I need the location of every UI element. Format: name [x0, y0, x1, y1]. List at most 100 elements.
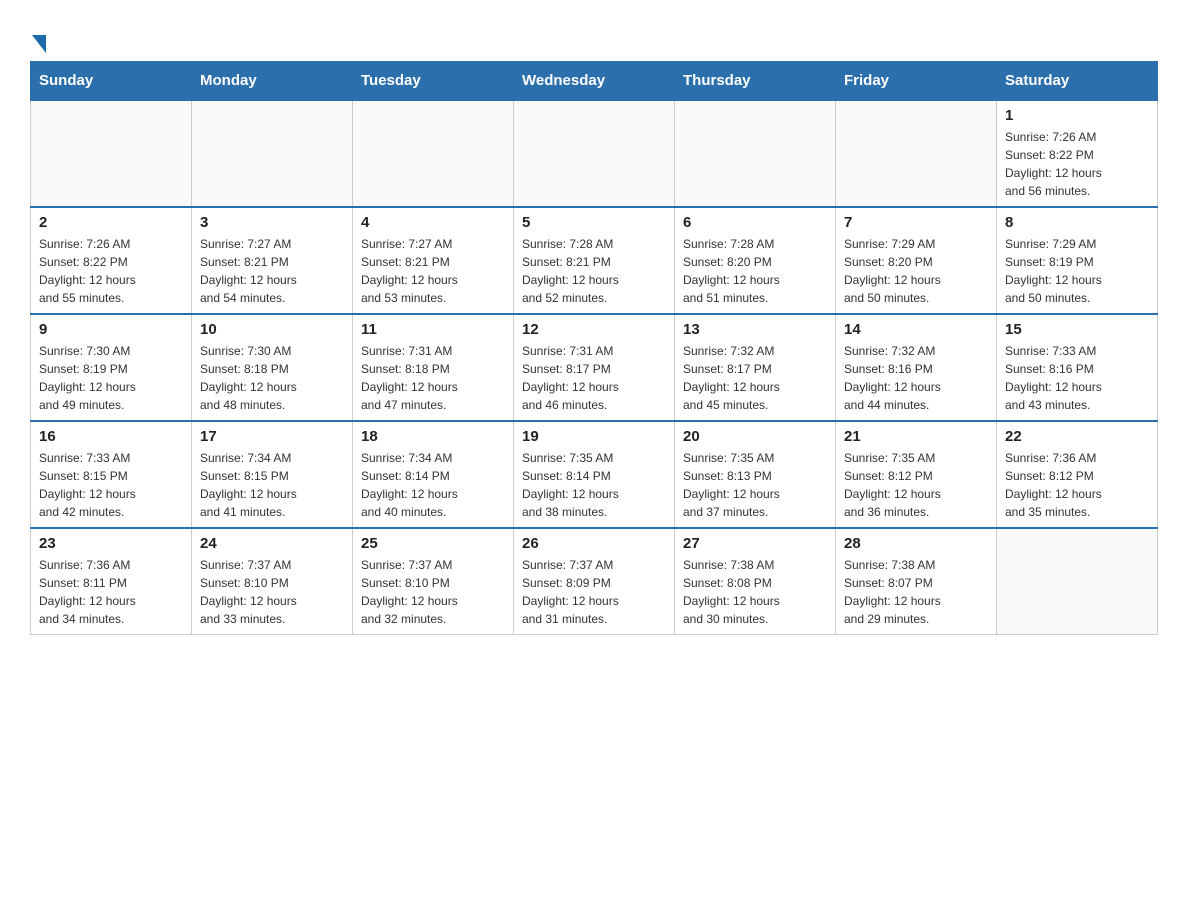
calendar-header-saturday: Saturday [997, 62, 1158, 101]
calendar-cell: 23 Sunrise: 7:36 AM Sunset: 8:11 PM Dayli… [31, 528, 192, 635]
day-info: Sunrise: 7:37 AM Sunset: 8:09 PM Dayligh… [522, 556, 666, 628]
day-info: Sunrise: 7:34 AM Sunset: 8:15 PM Dayligh… [200, 449, 344, 521]
calendar-cell: 13 Sunrise: 7:32 AM Sunset: 8:17 PM Dayli… [675, 314, 836, 421]
day-info: Sunrise: 7:36 AM Sunset: 8:12 PM Dayligh… [1005, 449, 1149, 521]
calendar-cell [836, 100, 997, 207]
day-info: Sunrise: 7:36 AM Sunset: 8:11 PM Dayligh… [39, 556, 183, 628]
day-info: Sunrise: 7:38 AM Sunset: 8:07 PM Dayligh… [844, 556, 988, 628]
day-number: 9 [39, 321, 183, 338]
calendar-cell: 20 Sunrise: 7:35 AM Sunset: 8:13 PM Dayli… [675, 421, 836, 528]
calendar-cell: 4Sunrise: 7:27 AM Sunset: 8:21 PM Daylig… [353, 207, 514, 314]
calendar-cell: 18 Sunrise: 7:34 AM Sunset: 8:14 PM Dayli… [353, 421, 514, 528]
logo-arrow-icon [32, 35, 46, 53]
calendar-header-monday: Monday [192, 62, 353, 101]
day-number: 8 [1005, 214, 1149, 231]
calendar-week-row: 9 Sunrise: 7:30 AM Sunset: 8:19 PM Daylig… [31, 314, 1158, 421]
calendar-cell [514, 100, 675, 207]
day-number: 17 [200, 428, 344, 445]
calendar-cell: 21 Sunrise: 7:35 AM Sunset: 8:12 PM Dayli… [836, 421, 997, 528]
day-number: 14 [844, 321, 988, 338]
calendar-cell: 9 Sunrise: 7:30 AM Sunset: 8:19 PM Daylig… [31, 314, 192, 421]
calendar-cell: 11Sunrise: 7:31 AM Sunset: 8:18 PM Dayli… [353, 314, 514, 421]
calendar-cell [353, 100, 514, 207]
calendar-cell [997, 528, 1158, 635]
day-number: 20 [683, 428, 827, 445]
calendar-cell: 12 Sunrise: 7:31 AM Sunset: 8:17 PM Dayli… [514, 314, 675, 421]
calendar-cell: 14 Sunrise: 7:32 AM Sunset: 8:16 PM Dayli… [836, 314, 997, 421]
day-info: Sunrise: 7:33 AM Sunset: 8:15 PM Dayligh… [39, 449, 183, 521]
day-number: 23 [39, 535, 183, 552]
calendar-cell [675, 100, 836, 207]
calendar-cell: 15Sunrise: 7:33 AM Sunset: 8:16 PM Dayli… [997, 314, 1158, 421]
day-number: 12 [522, 321, 666, 338]
day-info: Sunrise: 7:31 AM Sunset: 8:17 PM Dayligh… [522, 342, 666, 414]
calendar-cell: 22 Sunrise: 7:36 AM Sunset: 8:12 PM Dayli… [997, 421, 1158, 528]
day-number: 11 [361, 321, 505, 338]
calendar-cell: 8 Sunrise: 7:29 AM Sunset: 8:19 PM Daylig… [997, 207, 1158, 314]
calendar-week-row: 1 Sunrise: 7:26 AM Sunset: 8:22 PM Daylig… [31, 100, 1158, 207]
calendar-cell: 26 Sunrise: 7:37 AM Sunset: 8:09 PM Dayli… [514, 528, 675, 635]
calendar-week-row: 2 Sunrise: 7:26 AM Sunset: 8:22 PM Daylig… [31, 207, 1158, 314]
day-info: Sunrise: 7:30 AM Sunset: 8:19 PM Dayligh… [39, 342, 183, 414]
day-info: Sunrise: 7:35 AM Sunset: 8:14 PM Dayligh… [522, 449, 666, 521]
calendar-header-wednesday: Wednesday [514, 62, 675, 101]
day-info: Sunrise: 7:27 AM Sunset: 8:21 PM Dayligh… [361, 235, 505, 307]
day-info: Sunrise: 7:35 AM Sunset: 8:13 PM Dayligh… [683, 449, 827, 521]
day-number: 5 [522, 214, 666, 231]
day-info: Sunrise: 7:30 AM Sunset: 8:18 PM Dayligh… [200, 342, 344, 414]
day-info: Sunrise: 7:37 AM Sunset: 8:10 PM Dayligh… [361, 556, 505, 628]
calendar-cell: 28 Sunrise: 7:38 AM Sunset: 8:07 PM Dayli… [836, 528, 997, 635]
day-number: 24 [200, 535, 344, 552]
calendar-cell: 7 Sunrise: 7:29 AM Sunset: 8:20 PM Daylig… [836, 207, 997, 314]
day-number: 19 [522, 428, 666, 445]
day-info: Sunrise: 7:28 AM Sunset: 8:21 PM Dayligh… [522, 235, 666, 307]
day-number: 3 [200, 214, 344, 231]
day-number: 22 [1005, 428, 1149, 445]
day-number: 7 [844, 214, 988, 231]
day-info: Sunrise: 7:34 AM Sunset: 8:14 PM Dayligh… [361, 449, 505, 521]
calendar-cell: 5 Sunrise: 7:28 AM Sunset: 8:21 PM Daylig… [514, 207, 675, 314]
day-info: Sunrise: 7:26 AM Sunset: 8:22 PM Dayligh… [39, 235, 183, 307]
day-number: 21 [844, 428, 988, 445]
calendar-cell: 27 Sunrise: 7:38 AM Sunset: 8:08 PM Dayli… [675, 528, 836, 635]
calendar-header-thursday: Thursday [675, 62, 836, 101]
day-info: Sunrise: 7:38 AM Sunset: 8:08 PM Dayligh… [683, 556, 827, 628]
day-info: Sunrise: 7:27 AM Sunset: 8:21 PM Dayligh… [200, 235, 344, 307]
calendar-cell: 16 Sunrise: 7:33 AM Sunset: 8:15 PM Dayli… [31, 421, 192, 528]
calendar-cell: 17 Sunrise: 7:34 AM Sunset: 8:15 PM Dayli… [192, 421, 353, 528]
calendar-header-row: SundayMondayTuesdayWednesdayThursdayFrid… [31, 62, 1158, 101]
day-number: 6 [683, 214, 827, 231]
calendar-cell: 10Sunrise: 7:30 AM Sunset: 8:18 PM Dayli… [192, 314, 353, 421]
day-number: 25 [361, 535, 505, 552]
calendar-cell: 3 Sunrise: 7:27 AM Sunset: 8:21 PM Daylig… [192, 207, 353, 314]
page-header [30, 20, 1158, 51]
calendar-week-row: 23 Sunrise: 7:36 AM Sunset: 8:11 PM Dayli… [31, 528, 1158, 635]
day-number: 16 [39, 428, 183, 445]
day-info: Sunrise: 7:35 AM Sunset: 8:12 PM Dayligh… [844, 449, 988, 521]
calendar-week-row: 16 Sunrise: 7:33 AM Sunset: 8:15 PM Dayli… [31, 421, 1158, 528]
day-info: Sunrise: 7:32 AM Sunset: 8:16 PM Dayligh… [844, 342, 988, 414]
calendar-cell [192, 100, 353, 207]
day-info: Sunrise: 7:33 AM Sunset: 8:16 PM Dayligh… [1005, 342, 1149, 414]
day-info: Sunrise: 7:37 AM Sunset: 8:10 PM Dayligh… [200, 556, 344, 628]
day-number: 26 [522, 535, 666, 552]
day-info: Sunrise: 7:29 AM Sunset: 8:19 PM Dayligh… [1005, 235, 1149, 307]
calendar-header-tuesday: Tuesday [353, 62, 514, 101]
day-info: Sunrise: 7:28 AM Sunset: 8:20 PM Dayligh… [683, 235, 827, 307]
day-info: Sunrise: 7:26 AM Sunset: 8:22 PM Dayligh… [1005, 128, 1149, 200]
calendar-cell: 2 Sunrise: 7:26 AM Sunset: 8:22 PM Daylig… [31, 207, 192, 314]
day-number: 18 [361, 428, 505, 445]
calendar-header-friday: Friday [836, 62, 997, 101]
calendar-cell: 6 Sunrise: 7:28 AM Sunset: 8:20 PM Daylig… [675, 207, 836, 314]
day-number: 1 [1005, 107, 1149, 124]
calendar-table: SundayMondayTuesdayWednesdayThursdayFrid… [30, 61, 1158, 635]
calendar-cell: 25 Sunrise: 7:37 AM Sunset: 8:10 PM Dayli… [353, 528, 514, 635]
calendar-cell [31, 100, 192, 207]
day-number: 2 [39, 214, 183, 231]
day-number: 13 [683, 321, 827, 338]
day-info: Sunrise: 7:32 AM Sunset: 8:17 PM Dayligh… [683, 342, 827, 414]
day-number: 28 [844, 535, 988, 552]
day-number: 27 [683, 535, 827, 552]
calendar-header-sunday: Sunday [31, 62, 192, 101]
day-info: Sunrise: 7:29 AM Sunset: 8:20 PM Dayligh… [844, 235, 988, 307]
